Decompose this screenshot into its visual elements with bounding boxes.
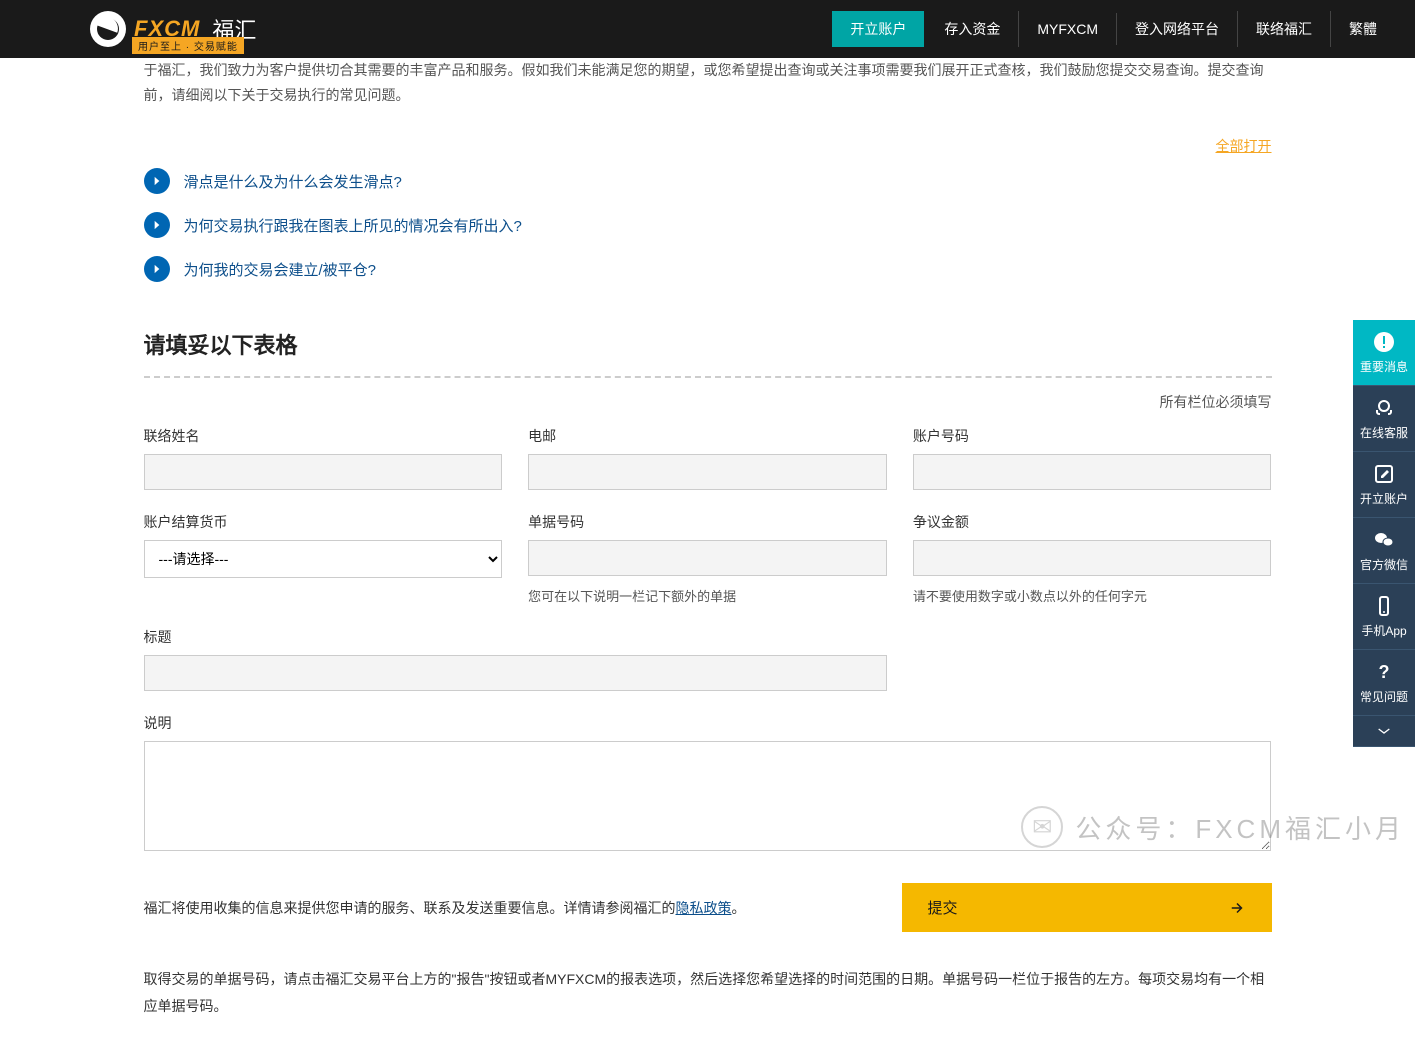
nav-deposit[interactable]: 存入资金 xyxy=(926,11,1019,47)
field-description: 说明 xyxy=(144,713,1272,851)
input-dispute-amt[interactable] xyxy=(913,540,1272,576)
side-important-news[interactable]: 重要消息 xyxy=(1353,320,1415,386)
wechat-icon xyxy=(1372,528,1396,552)
input-account-no[interactable] xyxy=(913,454,1272,490)
label-ticket-no: 单据号码 xyxy=(528,512,887,532)
privacy-pre: 福汇将使用收集的信息来提供您申请的服务、联系及发送重要信息。详情请参阅福汇的 xyxy=(144,900,676,916)
form-heading: 请填妥以下表格 xyxy=(144,328,1272,360)
privacy-text: 福汇将使用收集的信息来提供您申请的服务、联系及发送重要信息。详情请参阅福汇的隐私… xyxy=(144,898,872,918)
chevron-down-icon xyxy=(1376,726,1392,736)
faq-question: 滑点是什么及为什么会发生滑点? xyxy=(184,171,402,192)
logo-tagline: 用户至上 · 交易赋能 xyxy=(132,37,244,54)
faq-question: 为何我的交易会建立/被平仓? xyxy=(184,259,377,280)
side-label: 官方微信 xyxy=(1360,556,1408,573)
nav-contact[interactable]: 联络福汇 xyxy=(1238,11,1331,47)
arrow-right-icon xyxy=(144,168,170,194)
main-content: 于福汇，我们致力为客户提供切合其需要的丰富产品和服务。假如我们未能满足您的期望，… xyxy=(124,58,1292,1020)
privacy-post: 。 xyxy=(732,900,746,916)
side-mobile-app[interactable]: 手机App xyxy=(1353,584,1415,650)
logo-icon xyxy=(90,11,126,47)
select-currency[interactable]: ---请选择--- xyxy=(144,540,503,578)
side-label: 手机App xyxy=(1361,622,1406,639)
required-note: 所有栏位必须填写 xyxy=(144,392,1272,412)
arrow-right-icon xyxy=(144,256,170,282)
side-faq[interactable]: ? 常见问题 xyxy=(1353,650,1415,716)
alert-icon xyxy=(1372,330,1396,354)
label-contact-name: 联络姓名 xyxy=(144,426,503,446)
faq-item[interactable]: 滑点是什么及为什么会发生滑点? xyxy=(144,168,1272,194)
field-currency: 账户结算货币 ---请选择--- xyxy=(144,512,503,605)
expand-all-link[interactable]: 全部打开 xyxy=(1216,138,1272,154)
form-grid: 联络姓名 电邮 账户号码 账户结算货币 ---请选择--- 单据号码 您可在以下… xyxy=(144,426,1272,851)
form-divider xyxy=(144,376,1272,378)
headset-icon xyxy=(1372,396,1396,420)
edit-icon xyxy=(1372,462,1396,486)
faq-question: 为何交易执行跟我在图表上所见的情况会有所出入? xyxy=(184,215,522,236)
field-subject: 标题 xyxy=(144,627,887,691)
input-subject[interactable] xyxy=(144,655,887,691)
side-panel: 重要消息 在线客服 开立账户 官方微信 手机App ? 常见问题 xyxy=(1353,320,1415,747)
input-contact-name[interactable] xyxy=(144,454,503,490)
input-email[interactable] xyxy=(528,454,887,490)
main-header: FXCM 福汇 用户至上 · 交易赋能 开立账户 存入资金 MYFXCM 登入网… xyxy=(0,0,1415,58)
side-label: 开立账户 xyxy=(1360,490,1408,507)
expand-all-wrap: 全部打开 xyxy=(144,136,1272,156)
svg-text:?: ? xyxy=(1379,662,1390,682)
label-currency: 账户结算货币 xyxy=(144,512,503,532)
field-ticket-no: 单据号码 您可在以下说明一栏记下额外的单据 xyxy=(528,512,887,605)
spacer xyxy=(913,627,1272,691)
label-subject: 标题 xyxy=(144,627,887,647)
faq-item[interactable]: 为何交易执行跟我在图表上所见的情况会有所出入? xyxy=(144,212,1272,238)
side-label: 在线客服 xyxy=(1360,424,1408,441)
privacy-link[interactable]: 隐私政策 xyxy=(676,900,732,916)
label-description: 说明 xyxy=(144,713,1272,733)
label-dispute-amt: 争议金额 xyxy=(913,512,1272,532)
field-account-no: 账户号码 xyxy=(913,426,1272,490)
arrow-right-icon xyxy=(144,212,170,238)
privacy-row: 福汇将使用收集的信息来提供您申请的服务、联系及发送重要信息。详情请参阅福汇的隐私… xyxy=(144,883,1272,932)
faq-item[interactable]: 为何我的交易会建立/被平仓? xyxy=(144,256,1272,282)
nav-web-login[interactable]: 登入网络平台 xyxy=(1117,11,1238,47)
field-email: 电邮 xyxy=(528,426,887,490)
side-open-account[interactable]: 开立账户 xyxy=(1353,452,1415,518)
label-account-no: 账户号码 xyxy=(913,426,1272,446)
arrow-right-icon xyxy=(1228,899,1246,917)
intro-paragraph: 于福汇，我们致力为客户提供切合其需要的丰富产品和服务。假如我们未能满足您的期望，… xyxy=(144,58,1272,108)
submit-button[interactable]: 提交 xyxy=(902,883,1272,932)
field-contact-name: 联络姓名 xyxy=(144,426,503,490)
side-label: 重要消息 xyxy=(1360,358,1408,375)
side-wechat[interactable]: 官方微信 xyxy=(1353,518,1415,584)
nav-open-account[interactable]: 开立账户 xyxy=(832,11,924,47)
textarea-description[interactable] xyxy=(144,741,1272,851)
side-label: 常见问题 xyxy=(1360,688,1408,705)
nav-myfxcm[interactable]: MYFXCM xyxy=(1019,13,1117,45)
question-icon: ? xyxy=(1372,660,1396,684)
side-collapse[interactable] xyxy=(1353,716,1415,747)
submit-label: 提交 xyxy=(928,897,958,918)
logo[interactable]: FXCM 福汇 用户至上 · 交易赋能 xyxy=(90,11,256,47)
top-nav: 开立账户 存入资金 MYFXCM 登入网络平台 联络福汇 繁體 xyxy=(832,11,1395,47)
label-email: 电邮 xyxy=(528,426,887,446)
phone-icon xyxy=(1372,594,1396,618)
hint-ticket-no: 您可在以下说明一栏记下额外的单据 xyxy=(528,586,887,605)
hint-dispute-amt: 请不要使用数字或小数点以外的任何字元 xyxy=(913,586,1272,605)
nav-traditional[interactable]: 繁體 xyxy=(1331,11,1395,47)
input-ticket-no[interactable] xyxy=(528,540,887,576)
field-dispute-amt: 争议金额 请不要使用数字或小数点以外的任何字元 xyxy=(913,512,1272,605)
side-online-service[interactable]: 在线客服 xyxy=(1353,386,1415,452)
bottom-note: 取得交易的单据号码，请点击福汇交易平台上方的"报告"按钮或者MYFXCM的报表选… xyxy=(144,966,1272,1019)
